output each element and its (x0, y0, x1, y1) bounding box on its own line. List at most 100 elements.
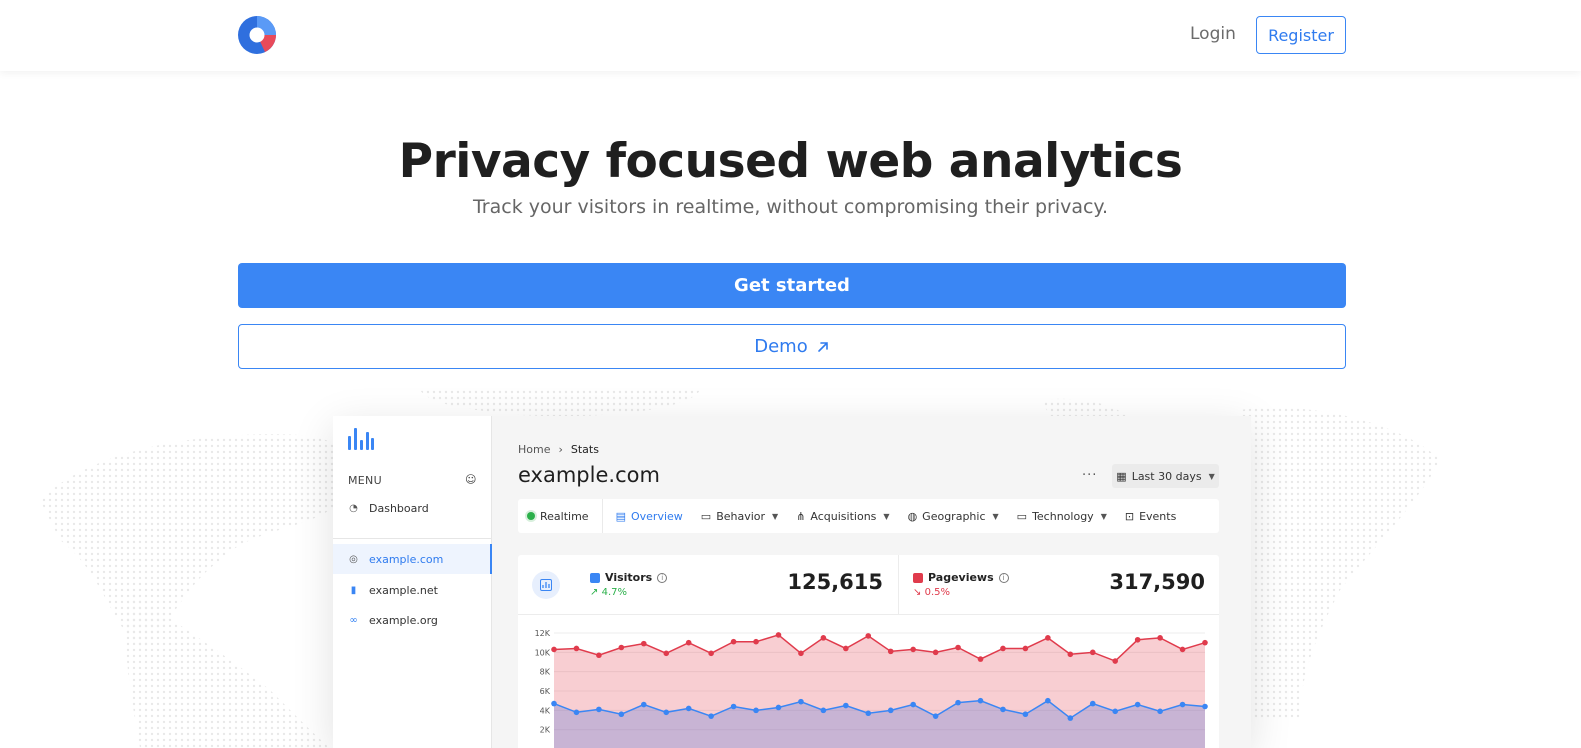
sidebar-item-label: example.com (369, 552, 444, 566)
pageviews-point (663, 650, 670, 657)
date-range-select[interactable]: ▦ Last 30 days ▼ (1112, 464, 1219, 488)
pageviews-point (820, 635, 827, 641)
more-options-icon[interactable]: ··· (1082, 468, 1097, 483)
chart-toggle-icon[interactable] (532, 571, 560, 599)
chevron-down-icon: ▼ (883, 511, 890, 521)
visitors-point (1179, 701, 1186, 708)
info-icon[interactable]: i (657, 572, 668, 583)
chevron-right-icon: › (558, 443, 563, 456)
tab-events[interactable]: ⊡ Events (1116, 499, 1185, 533)
tab-overview[interactable]: ▤ Overview (607, 499, 692, 533)
pageviews-point (1089, 649, 1096, 656)
pageviews-value: 317,590 (1109, 570, 1205, 594)
register-button[interactable]: Register (1256, 16, 1346, 54)
pageviews-change: ↘ 0.5% (913, 587, 950, 598)
visitors-point (1112, 708, 1119, 715)
pageviews-point (798, 650, 804, 657)
tab-acquisitions[interactable]: ⋔ Acquisitions ▼ (787, 499, 898, 533)
sidebar: MENU ☺ ◔ Dashboard ◎ example.com ▮ examp… (333, 416, 492, 748)
tab-label: Realtime (540, 509, 589, 523)
umami-logo-icon[interactable] (238, 16, 276, 54)
pageviews-point (1067, 651, 1074, 658)
stat-divider (898, 555, 899, 615)
visitors-point (753, 707, 759, 714)
visitors-point (730, 703, 737, 710)
sidebar-item-example-net[interactable]: ▮ example.net (333, 575, 492, 605)
chevron-down-icon: ▼ (1208, 471, 1215, 481)
sidebar-item-example-com[interactable]: ◎ example.com (333, 544, 492, 574)
get-started-button[interactable]: Get started (238, 263, 1346, 308)
dashboard-icon: ◔ (349, 502, 358, 514)
share-nodes-icon: ⋔ (796, 509, 806, 523)
visitors-point (1157, 708, 1163, 715)
sidebar-item-label: example.org (369, 613, 438, 627)
tab-label: Acquisitions (810, 509, 877, 523)
pageviews-point (1179, 646, 1186, 653)
visitors-point (1045, 697, 1051, 704)
sidebar-item-label: Dashboard (369, 501, 429, 515)
visitors-point (887, 707, 894, 714)
visitors-point (1022, 711, 1029, 718)
pageviews-point (1045, 635, 1051, 641)
pageviews-label: Pageviews i (913, 571, 1009, 584)
overview-icon: ▤ (615, 509, 626, 523)
chevron-down-icon: ▼ (1100, 511, 1107, 521)
y-tick-label: 6K (540, 687, 551, 696)
demo-button[interactable]: Demo (238, 324, 1346, 369)
page-title: example.com (518, 463, 660, 487)
sidebar-item-label: example.net (369, 583, 438, 597)
external-arrow-icon (817, 341, 828, 352)
pageviews-point (775, 632, 782, 638)
stats-tabs: Realtime ▤ Overview ▭ Behavior ▼ ⋔ Acqui… (518, 499, 1219, 533)
visitors-point (573, 709, 580, 716)
tab-label: Behavior (716, 509, 766, 523)
visitors-point (1202, 703, 1208, 710)
tab-realtime[interactable]: Realtime (518, 499, 598, 533)
login-link[interactable]: Login (1190, 24, 1236, 44)
pageviews-point (955, 644, 961, 651)
palette-icon[interactable]: ☺ (465, 473, 476, 486)
breadcrumb-current: Stats (570, 443, 599, 456)
sidebar-item-example-org[interactable]: ∞ example.org (333, 605, 492, 635)
hero-subtitle: Track your visitors in realtime, without… (472, 196, 1108, 218)
sidebar-item-dashboard[interactable]: ◔ Dashboard (333, 493, 492, 523)
window-icon: ▭ (700, 509, 712, 523)
traffic-chart-svg: 12K 10K 8K 6K 4K 2K (535, 629, 1208, 748)
tab-technology[interactable]: ▭ Technology ▼ (1008, 499, 1116, 533)
visitors-point (932, 713, 939, 719)
visitors-point (685, 705, 692, 712)
tab-label: Technology (1032, 509, 1094, 523)
pageviews-point (932, 649, 939, 656)
pageviews-point (843, 645, 849, 652)
visitors-change: ↗ 4.7% (590, 587, 627, 598)
visitors-label-text: Visitors (605, 571, 653, 584)
breadcrumb-home[interactable]: Home (518, 443, 550, 456)
arrow-up-right-icon: ↗ (590, 587, 599, 598)
pageviews-point (1022, 645, 1029, 652)
tab-geographic[interactable]: ◍ Geographic ▼ (899, 499, 1008, 533)
dashboard-preview: MENU ☺ ◔ Dashboard ◎ example.com ▮ examp… (333, 416, 1251, 748)
visitors-point (1089, 700, 1096, 707)
visitors-point (977, 697, 984, 704)
pageviews-point (573, 645, 580, 652)
tab-behavior[interactable]: ▭ Behavior ▼ (692, 499, 787, 533)
chevron-down-icon: ▼ (992, 511, 999, 521)
visitors-point (551, 700, 557, 707)
pageviews-point (1202, 639, 1208, 646)
y-tick-label: 8K (540, 668, 551, 677)
pageviews-point (1000, 645, 1006, 652)
visitors-label: Visitors i (590, 571, 668, 584)
visitors-point (775, 704, 782, 711)
tab-label: Events (1139, 509, 1177, 523)
calendar-icon: ▦ (1116, 469, 1127, 483)
pageviews-point (1112, 658, 1119, 664)
pageviews-point (708, 650, 714, 657)
dashboard-main: Home › Stats example.com ··· ▦ Last 30 d… (492, 416, 1251, 748)
bar-chart-logo-icon (348, 428, 374, 450)
pageviews-label-text: Pageviews (928, 571, 994, 584)
info-icon[interactable]: i (998, 572, 1009, 583)
date-range-label: Last 30 days (1131, 469, 1202, 483)
visitors-change-value: 4.7% (601, 587, 627, 598)
visitors-point (1134, 701, 1141, 708)
pageviews-point (1157, 635, 1163, 641)
